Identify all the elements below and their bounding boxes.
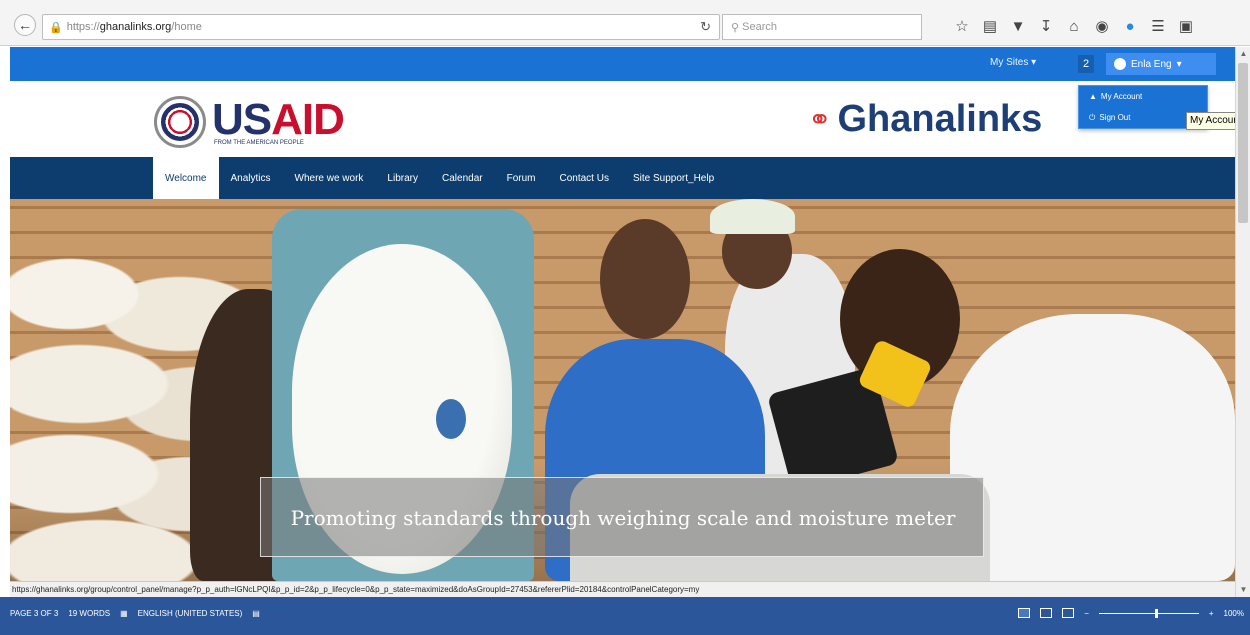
zoom-slider-knob[interactable] <box>1154 608 1158 618</box>
nav-where-we-work[interactable]: Where we work <box>283 157 376 199</box>
url-path: /home <box>171 21 202 33</box>
avatar <box>1114 58 1126 70</box>
clipboard-icon[interactable]: ▤ <box>976 12 1004 40</box>
hero-caption: Promoting standards through weighing sca… <box>290 506 956 530</box>
chat-icon[interactable]: ◉ <box>1088 12 1116 40</box>
zoom-level[interactable]: 100% <box>1224 609 1244 618</box>
zoom-out-icon[interactable]: − <box>1084 609 1089 618</box>
download-icon[interactable]: ↧ <box>1032 12 1060 40</box>
my-sites-menu[interactable]: My Sites ▾ <box>990 57 1036 68</box>
pocket-icon[interactable]: ▼ <box>1004 12 1032 40</box>
language-indicator[interactable]: ENGLISH (UNITED STATES) <box>138 609 243 618</box>
main-navigation: Welcome Analytics Where we work Library … <box>10 157 1235 199</box>
menu-item-my-account[interactable]: ▲ My Account <box>1079 86 1207 107</box>
nav-calendar[interactable]: Calendar <box>430 157 495 199</box>
word-count[interactable]: 19 WORDS <box>68 609 110 618</box>
print-layout-button[interactable] <box>1040 608 1053 618</box>
user-menu-button[interactable]: Enla Eng ▾ <box>1106 53 1216 75</box>
search-placeholder: Search <box>742 21 777 33</box>
word-status-bar: PAGE 3 OF 3 19 WORDS ▦ ENGLISH (UNITED S… <box>0 597 1250 635</box>
search-icon: ⚲ <box>731 21 740 34</box>
reload-icon[interactable]: ↻ <box>700 19 711 35</box>
url-bar[interactable]: 🔒 https://ghanalinks.org/home ↻ <box>42 14 720 40</box>
usaid-seal-logo <box>154 96 206 148</box>
ghanalinks-logo[interactable]: ⚭ Ghanalinks <box>808 98 1042 140</box>
zoom-slider[interactable] <box>1098 608 1199 618</box>
chevron-down-icon: ▾ <box>1176 58 1182 70</box>
home-icon[interactable]: ⌂ <box>1060 12 1088 40</box>
status-link-bar: https://ghanalinks.org/group/control_pan… <box>10 581 1235 597</box>
url-prefix: https:// <box>66 21 100 33</box>
scroll-up-icon[interactable]: ▲ <box>1236 47 1250 61</box>
user-icon: ▲ <box>1089 92 1097 101</box>
nav-site-support-help[interactable]: Site Support_Help <box>621 157 726 199</box>
nav-forum[interactable]: Forum <box>495 157 548 199</box>
skype-icon[interactable]: ● <box>1116 12 1144 40</box>
zoom-in-icon[interactable]: + <box>1209 609 1214 618</box>
notification-badge[interactable]: 2 <box>1078 55 1094 73</box>
read-mode-button[interactable] <box>1018 608 1031 618</box>
user-name: Enla Eng <box>1131 58 1172 70</box>
nav-library[interactable]: Library <box>375 157 430 199</box>
page-scrollbar[interactable]: ▲ ▼ <box>1235 47 1250 597</box>
search-input[interactable]: ⚲ Search <box>722 14 922 40</box>
back-button[interactable]: ← <box>14 14 36 36</box>
extension-icon[interactable]: ▣ <box>1172 12 1200 40</box>
chain-link-icon: ⚭ <box>808 103 832 135</box>
nav-welcome[interactable]: Welcome <box>153 157 219 199</box>
menu-icon[interactable]: ☰ <box>1144 12 1172 40</box>
scale-hub <box>436 399 466 439</box>
url-host: ghanalinks.org <box>99 21 172 33</box>
power-icon: ⏻ <box>1089 112 1096 122</box>
nav-contact-us[interactable]: Contact Us <box>548 157 621 199</box>
usaid-logo[interactable]: USAID <box>212 98 345 142</box>
proofing-icon[interactable]: ▦ <box>120 609 128 618</box>
macro-icon[interactable]: ▤ <box>252 609 260 618</box>
usaid-tagline: FROM THE AMERICAN PEOPLE <box>214 140 304 146</box>
browser-toolbar: ← 🔒 https://ghanalinks.org/home ↻ ⚲ Sear… <box>0 0 1250 46</box>
person-figure <box>950 314 1235 581</box>
arrow-left-icon: ← <box>18 17 32 33</box>
person-figure <box>600 219 690 339</box>
nav-analytics[interactable]: Analytics <box>219 157 283 199</box>
page-count[interactable]: PAGE 3 OF 3 <box>10 609 58 618</box>
bookmark-star-icon[interactable]: ☆ <box>948 12 976 40</box>
lock-icon: 🔒 <box>49 21 63 34</box>
cap <box>710 199 795 234</box>
web-layout-button[interactable] <box>1062 608 1075 618</box>
hero-banner: Promoting standards through weighing sca… <box>10 199 1235 581</box>
brand-name: Ghanalinks <box>837 98 1043 140</box>
scroll-thumb[interactable] <box>1238 63 1248 223</box>
dockbar: My Sites ▾ 2 Enla Eng ▾ <box>10 47 1235 81</box>
scroll-down-icon[interactable]: ▼ <box>1236 583 1250 597</box>
hero-caption-box: Promoting standards through weighing sca… <box>260 477 984 557</box>
